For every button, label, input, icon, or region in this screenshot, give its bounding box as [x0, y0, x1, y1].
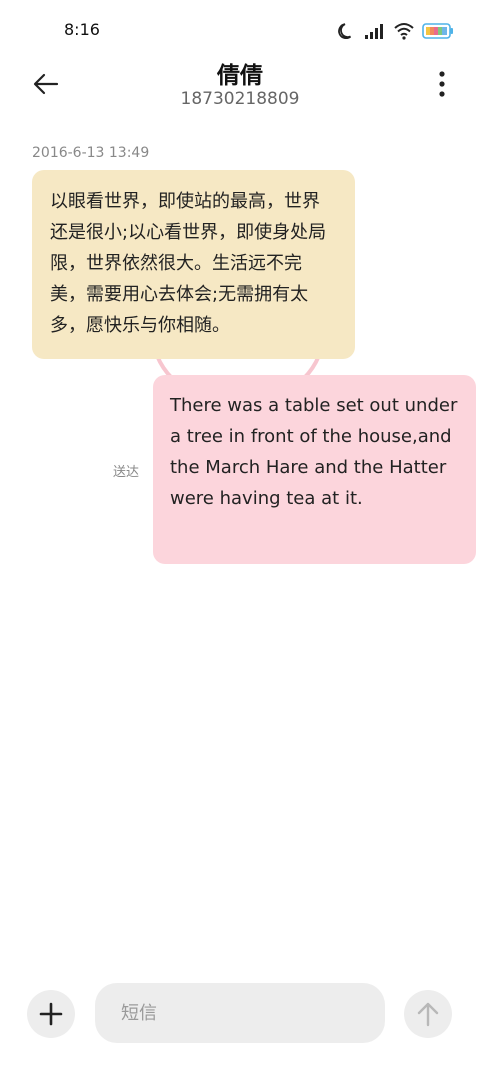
status-icons	[338, 20, 454, 42]
outgoing-message-bubble[interactable]: There was a table set out under a tree i…	[153, 375, 476, 564]
message-composer	[0, 980, 480, 1046]
outgoing-message-text: There was a table set out under a tree i…	[170, 395, 458, 509]
delivery-status: 送达	[113, 465, 140, 480]
plus-icon	[39, 1002, 63, 1026]
wifi-icon	[394, 23, 414, 40]
arrow-up-icon	[417, 1002, 439, 1027]
incoming-message-text: 以眼看世界，即使站的最高，世界还是很小;以心看世界，即使身处局限，世界依然很大。…	[50, 191, 327, 336]
contact-number: 18730218809	[180, 89, 300, 109]
moon-icon	[338, 23, 352, 40]
status-time: 8:16	[64, 20, 100, 39]
conversation-header: 倩倩 18730218809	[0, 56, 480, 116]
incoming-message-bubble[interactable]: 以眼看世界，即使站的最高，世界还是很小;以心看世界，即使身处局限，世界依然很大。…	[32, 170, 355, 359]
message-timestamp: 2016-6-13 13:49	[32, 145, 150, 161]
signal-icon	[365, 24, 383, 39]
send-button[interactable]	[404, 990, 452, 1038]
battery-icon	[422, 23, 453, 39]
more-button[interactable]	[432, 66, 452, 102]
contact-name: 倩倩	[217, 63, 263, 89]
more-vertical-icon	[439, 71, 445, 97]
status-bar: 8:16	[0, 0, 480, 60]
message-input[interactable]	[95, 983, 385, 1043]
attach-button[interactable]	[27, 990, 75, 1038]
